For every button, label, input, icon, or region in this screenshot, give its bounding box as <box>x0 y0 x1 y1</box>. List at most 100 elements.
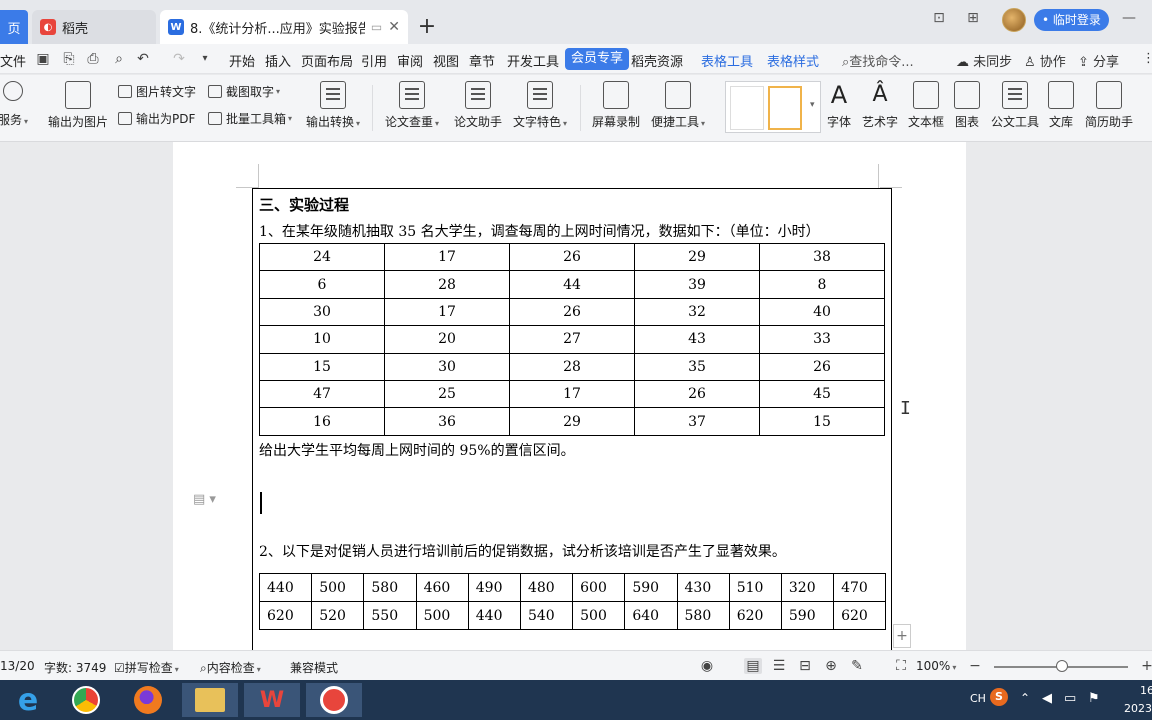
table-cell[interactable]: 40 <box>759 297 885 327</box>
table-cell[interactable]: 37 <box>634 407 760 436</box>
table-cell[interactable]: 590 <box>624 573 678 602</box>
close-icon[interactable]: ✕ <box>388 19 400 35</box>
table-cell[interactable]: 500 <box>572 601 626 630</box>
tab-daoke[interactable]: ◐ 稻壳 <box>32 10 156 44</box>
doc-tools-button[interactable]: 公文工具 <box>991 81 1039 130</box>
firefox-app[interactable] <box>120 683 176 717</box>
menu-chapter[interactable]: 章节 <box>469 51 495 70</box>
clock-date[interactable]: 2023 <box>1124 702 1152 715</box>
table-cell[interactable]: 500 <box>415 601 469 630</box>
style-thumb[interactable] <box>730 86 764 130</box>
print-preview-icon[interactable]: ⌕ <box>110 51 128 67</box>
table-cell[interactable]: 8 <box>759 270 885 299</box>
table-cell[interactable]: 470 <box>833 573 887 602</box>
web-view-icon[interactable]: ⊕ <box>822 658 840 674</box>
style-thumb-selected[interactable] <box>768 86 802 130</box>
menu-insert[interactable]: 插入 <box>265 51 291 70</box>
export-pdf-button[interactable]: 输出为PDF <box>118 110 195 127</box>
table-cell[interactable]: 20 <box>384 325 510 354</box>
save-icon[interactable]: ▣ <box>34 51 52 67</box>
table-cell[interactable]: 26 <box>509 242 635 272</box>
export-image-button[interactable]: 输出为图片 <box>48 81 108 130</box>
avatar[interactable] <box>1002 8 1026 32</box>
eye-protection-icon[interactable]: ◉ <box>698 658 716 674</box>
content-check-button[interactable]: ⌕内容检查 ▾ <box>200 659 261 676</box>
table-cell[interactable]: 620 <box>728 601 782 630</box>
table-cell[interactable]: 430 <box>676 573 730 602</box>
table-cell[interactable]: 460 <box>415 573 469 602</box>
table-cell[interactable]: 28 <box>509 352 635 381</box>
table-cell[interactable]: 10 <box>259 325 385 354</box>
table-cell[interactable]: 15 <box>759 407 885 436</box>
table-cell[interactable]: 29 <box>509 407 635 436</box>
login-button[interactable]: • 临时登录 <box>1034 9 1109 31</box>
word-count[interactable]: 字数: 3749 <box>44 659 106 676</box>
style-gallery[interactable]: ▾ <box>725 81 821 133</box>
table-cell[interactable]: 29 <box>634 242 760 272</box>
spell-check-button[interactable]: ☑拼写检查 ▾ <box>114 659 179 676</box>
quick-access-dropdown-icon[interactable]: ▾ <box>196 51 214 67</box>
page-indicator[interactable]: 13/20 <box>0 659 35 673</box>
clock-time[interactable]: 16 <box>1140 684 1152 697</box>
undo-icon[interactable]: ↶ <box>134 51 152 67</box>
table-cell[interactable]: 28 <box>384 270 510 299</box>
screen-icon[interactable]: ▭ <box>371 20 382 34</box>
table-cell[interactable]: 35 <box>634 352 760 381</box>
add-row-button[interactable]: + <box>893 624 911 648</box>
table-cell[interactable]: 26 <box>634 379 760 409</box>
share-button[interactable]: ⇪ 分享 <box>1078 51 1119 70</box>
tab-home[interactable]: 页 <box>0 10 28 44</box>
table-cell[interactable]: 520 <box>311 601 365 630</box>
table-cell[interactable]: 25 <box>384 379 510 409</box>
new-tab-button[interactable]: + <box>416 14 438 39</box>
zoom-slider-knob[interactable] <box>1056 660 1068 672</box>
zoom-out-icon[interactable]: − <box>966 658 984 674</box>
table-cell[interactable]: 26 <box>759 352 885 381</box>
table-cell[interactable]: 36 <box>384 407 510 436</box>
table-cell[interactable]: 43 <box>634 325 760 354</box>
network-icon[interactable]: ▭ <box>1064 691 1076 706</box>
service-button[interactable]: 服务 ▾ <box>0 81 28 128</box>
ie-app[interactable]: e <box>0 683 56 718</box>
text-box-button[interactable]: 文本框 <box>908 81 944 130</box>
table-cell[interactable]: 550 <box>363 601 417 630</box>
menu-view[interactable]: 视图 <box>433 51 459 70</box>
table-cell[interactable]: 30 <box>384 352 510 381</box>
table-cell[interactable]: 500 <box>311 573 365 602</box>
table-cell[interactable]: 24 <box>259 242 385 272</box>
paper-assist-button[interactable]: 论文助手 <box>454 81 502 130</box>
table-cell[interactable]: 590 <box>780 601 835 630</box>
menu-review[interactable]: 审阅 <box>397 51 423 70</box>
sogou-ime-icon[interactable]: S <box>990 688 1008 706</box>
table-cell[interactable]: 33 <box>759 325 885 354</box>
zoom-level[interactable]: 100% ▾ <box>916 659 956 673</box>
table-cell[interactable]: 620 <box>258 601 313 630</box>
pen-icon[interactable]: ✎ <box>848 658 866 674</box>
table-cell[interactable]: 15 <box>259 352 385 381</box>
notification-icon[interactable]: ⚑ <box>1088 691 1100 706</box>
table-cell[interactable]: 510 <box>728 573 782 602</box>
more-icon[interactable]: ⋮ <box>1142 51 1152 66</box>
sync-button[interactable]: ☁ 未同步 <box>956 51 1012 70</box>
library-button[interactable]: 文库 <box>1048 81 1074 130</box>
table-cell[interactable]: 620 <box>833 601 887 630</box>
page-view-icon[interactable]: ▤ <box>744 658 762 674</box>
outline-view-icon[interactable]: ☰ <box>770 658 788 674</box>
chrome-app[interactable] <box>58 683 114 717</box>
table-cell[interactable]: 440 <box>467 601 521 630</box>
table-cell[interactable]: 30 <box>259 297 385 327</box>
table-cell[interactable]: 640 <box>624 601 678 630</box>
export-convert-button[interactable]: 输出转换 ▾ <box>306 81 360 130</box>
menu-references[interactable]: 引用 <box>361 51 387 70</box>
table-cell[interactable]: 580 <box>363 573 417 602</box>
table-cell[interactable]: 44 <box>509 270 635 299</box>
recorder-app[interactable] <box>306 683 362 717</box>
table-cell[interactable]: 16 <box>259 407 385 436</box>
menu-developer[interactable]: 开发工具 <box>507 51 559 70</box>
menu-table-tools[interactable]: 表格工具 <box>701 51 753 70</box>
redo-icon[interactable]: ↷ <box>170 51 188 67</box>
print-icon[interactable]: ⎙ <box>84 51 102 67</box>
resume-button[interactable]: 简历助手 <box>1085 81 1133 130</box>
table-cell[interactable]: 580 <box>676 601 730 630</box>
menu-member[interactable]: 会员专享 <box>565 48 630 70</box>
